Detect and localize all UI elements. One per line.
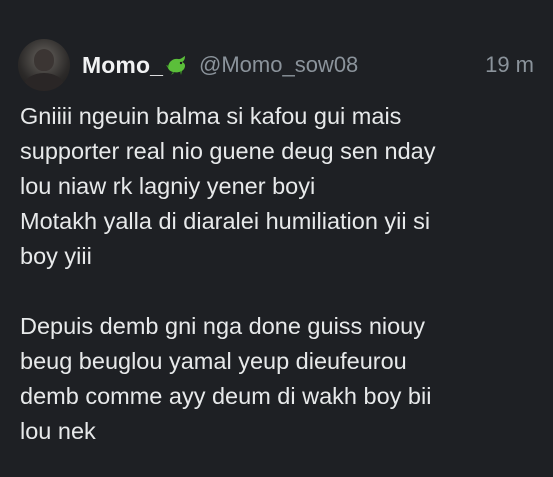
tweet-text: Gniiii ngeuin balma si kafou gui mais su… bbox=[20, 99, 540, 449]
tweet-text-line: demb comme ayy deum di wakh boy bii bbox=[20, 383, 432, 409]
avatar-shoulders bbox=[24, 73, 64, 91]
tweet-card[interactable]: Momo_ @Momo_sow08 19 m Gniiii ngeuin bal… bbox=[0, 0, 553, 477]
green-dragon-emoji-icon bbox=[165, 54, 189, 76]
tweet-timestamp[interactable]: 19 m bbox=[485, 52, 538, 78]
tweet-text-line: lou nek bbox=[20, 418, 96, 444]
tweet-text-line: boy yiii bbox=[20, 243, 92, 269]
author-name[interactable]: Momo_ bbox=[82, 52, 163, 79]
avatar-head bbox=[34, 49, 54, 71]
author-handle[interactable]: @Momo_sow08 bbox=[199, 52, 358, 78]
tweet-text-line: Motakh yalla di diaralei humiliation yii… bbox=[20, 208, 431, 234]
tweet-text-line: beug beuglou yamal yeup dieufeurou bbox=[20, 348, 407, 374]
tweet-text-line: lou niaw rk lagniy yener boyi bbox=[20, 173, 316, 199]
tweet-header: Momo_ @Momo_sow08 19 m bbox=[18, 39, 538, 91]
tweet-text-line: Depuis demb gni nga done guiss niouy bbox=[20, 313, 425, 339]
tweet-text-line: Gniiii ngeuin balma si kafou gui mais bbox=[20, 103, 402, 129]
author-avatar[interactable] bbox=[18, 39, 70, 91]
tweet-text-line: supporter real nio guene deug sen nday bbox=[20, 138, 436, 164]
